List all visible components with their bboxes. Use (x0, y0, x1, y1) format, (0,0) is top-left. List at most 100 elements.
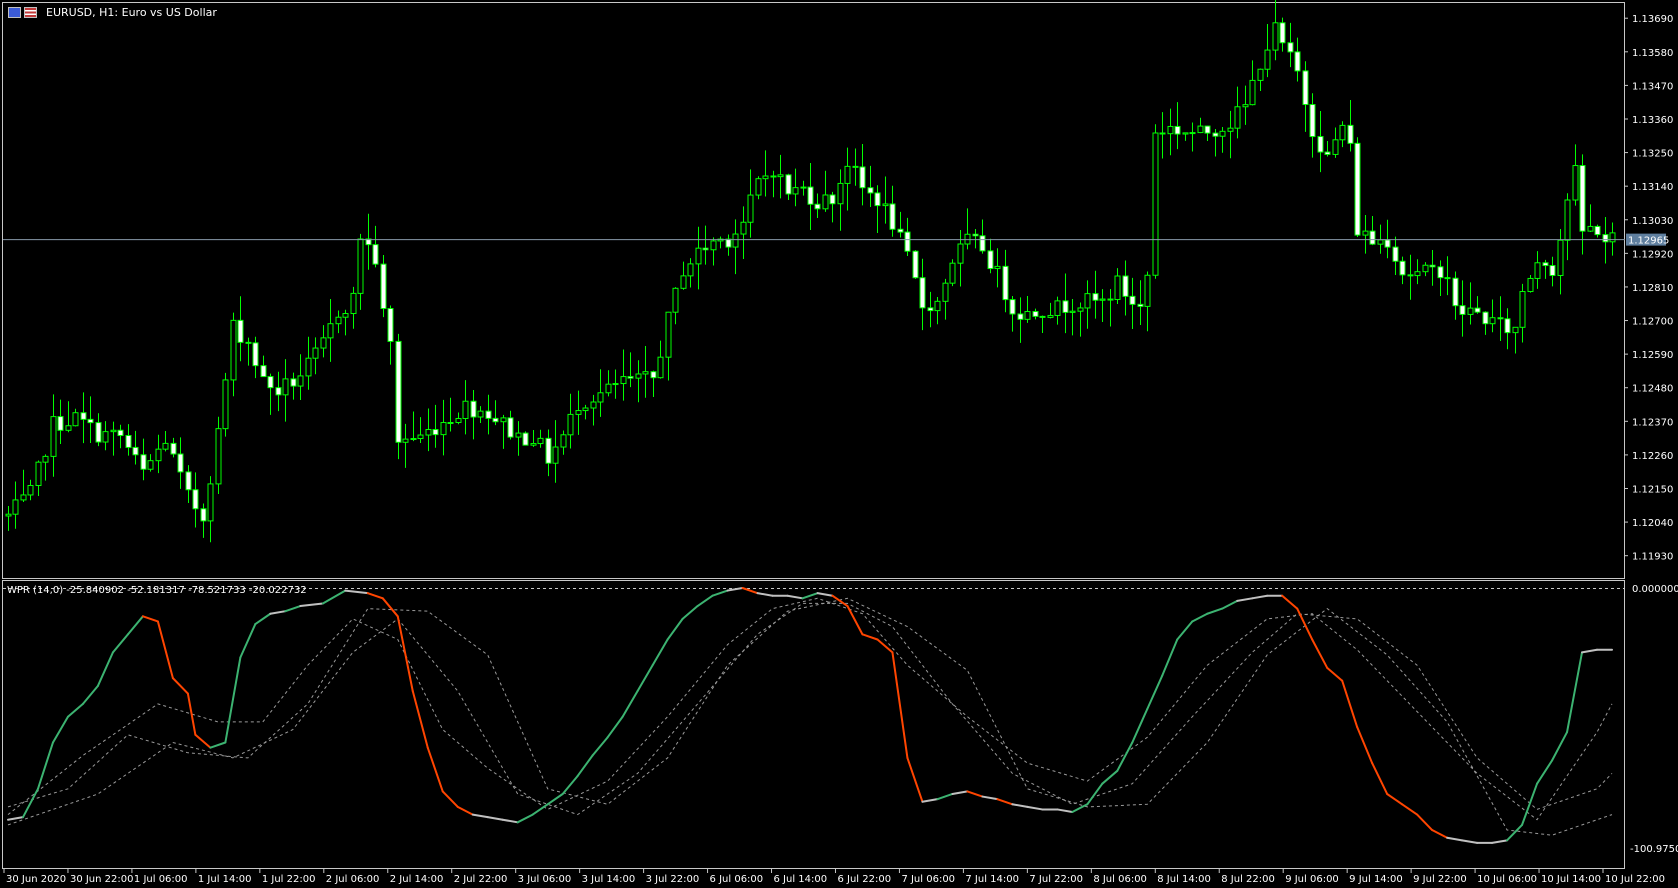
time-tick-label: 7 Jul 14:00 (965, 874, 1019, 885)
candle-body (125, 435, 132, 448)
candle-body (192, 489, 199, 510)
candle-body (1039, 315, 1046, 318)
candle-body (710, 240, 717, 251)
time-tick-label: 8 Jul 06:00 (1093, 874, 1147, 885)
candle-body (1264, 49, 1271, 70)
candle-body (1272, 22, 1279, 51)
candle-body (867, 187, 874, 194)
candle-body (1542, 262, 1549, 267)
candle-body (567, 413, 574, 436)
candle-body (725, 238, 732, 248)
candle-body (1369, 230, 1376, 245)
candle-body (485, 410, 492, 419)
candle-body (1474, 307, 1481, 313)
candle-body (380, 263, 387, 310)
candle-body (770, 175, 777, 178)
candle-body (762, 175, 769, 180)
candle-body (312, 347, 319, 359)
candle-body (1257, 68, 1264, 81)
candle-body (1527, 277, 1534, 293)
time-tick-label: 2 Jul 22:00 (454, 874, 508, 885)
candle-body (1444, 277, 1451, 280)
candle-body (1609, 232, 1616, 243)
candle-body (979, 235, 986, 252)
candle-body (987, 250, 994, 270)
candle-body (1129, 295, 1136, 305)
candle-body (1032, 311, 1039, 317)
candle-body (72, 412, 79, 427)
candle-body (1354, 142, 1361, 236)
candle-body (372, 244, 379, 265)
time-tick-label: 1 Jul 06:00 (134, 874, 188, 885)
candle-body (1534, 262, 1541, 279)
candle-body (1204, 125, 1211, 134)
candle-body (740, 221, 747, 235)
current-price-label: 1.12965 (1628, 236, 1669, 247)
candle-body (530, 443, 537, 446)
time-tick-label: 30 Jun 2020 (6, 874, 66, 885)
candle-body (912, 250, 919, 279)
candle-body (410, 438, 417, 441)
candle-body (837, 182, 844, 205)
time-tick-label: 6 Jul 06:00 (710, 874, 764, 885)
candle-body (102, 431, 109, 443)
candle-body (297, 375, 304, 387)
candle-body (680, 275, 687, 289)
candle-body (1339, 124, 1346, 141)
candle-body (1017, 313, 1024, 320)
candle-body (500, 417, 507, 423)
candle-body (1114, 275, 1121, 301)
candle-body (1317, 136, 1324, 153)
time-tick-label: 6 Jul 14:00 (774, 874, 828, 885)
price-tick-label: 1.12260 (1632, 451, 1673, 462)
candle-body (1414, 271, 1421, 277)
trading-chart[interactable]: 1.13690 1.13580 1.13470 1.13360 1.13250 1.131… (0, 0, 1678, 888)
candle-body (1152, 132, 1159, 276)
candle-body (290, 378, 297, 387)
time-tick-label: 10 Jul 22:00 (1605, 874, 1665, 885)
candle-body (1294, 51, 1301, 72)
time-tick-label: 9 Jul 06:00 (1285, 874, 1339, 885)
candle-body (1459, 305, 1466, 315)
candle-body (1302, 70, 1309, 106)
candle-body (275, 387, 282, 396)
candle-body (1392, 246, 1399, 262)
candle-body (87, 418, 94, 424)
candle-body (42, 455, 49, 463)
candle-body (1587, 225, 1594, 232)
candle-body (1054, 300, 1061, 316)
candle-body (260, 365, 267, 378)
candle-body (575, 410, 582, 415)
candle-body (245, 341, 252, 344)
candle-body (320, 337, 327, 349)
candle-body (1429, 264, 1436, 268)
candle-body (1092, 293, 1099, 301)
candle-body (785, 174, 792, 195)
time-tick-label: 7 Jul 22:00 (1029, 874, 1083, 885)
time-tick-label: 10 Jul 14:00 (1541, 874, 1601, 885)
candle-body (582, 407, 589, 412)
candle-body (1099, 298, 1106, 301)
price-tick-label: 1.12810 (1632, 283, 1673, 294)
candle-body (972, 233, 979, 237)
price-tick-label: 1.13030 (1632, 216, 1673, 227)
candle-body (1489, 317, 1496, 325)
price-tick-label: 1.12590 (1632, 350, 1673, 361)
candle-body (627, 376, 634, 379)
candle-body (350, 292, 357, 315)
time-tick-label: 8 Jul 14:00 (1157, 874, 1211, 885)
candle-body (95, 422, 102, 443)
candle-body (1159, 132, 1166, 135)
candle-body (1189, 132, 1196, 135)
candle-body (215, 428, 222, 485)
candle-body (814, 203, 821, 210)
indicator-top-value: 0.000000 (1632, 584, 1678, 595)
us-flag-icon (24, 6, 37, 18)
price-tick-label: 1.12700 (1632, 317, 1673, 328)
candle-body (665, 311, 672, 358)
candle-body (792, 187, 799, 195)
candle-body (222, 379, 229, 430)
candle-body (859, 166, 866, 189)
candle-body (155, 448, 162, 462)
candle-body (1107, 298, 1114, 301)
